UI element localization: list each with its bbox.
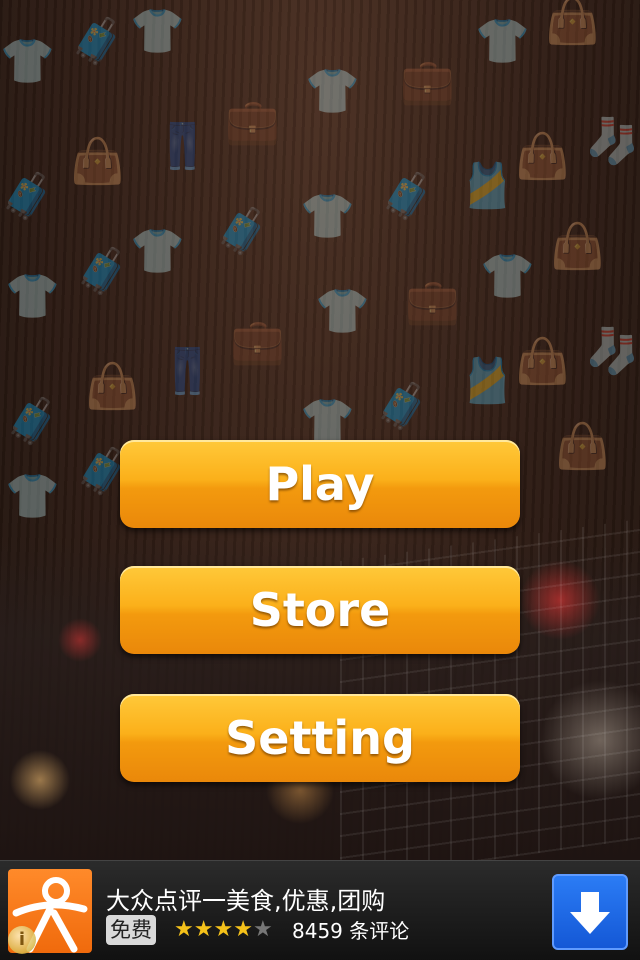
suitcase-icon: 🧳 [70,16,125,67]
star-filled-icon: ★ [193,917,214,942]
tshirt-icon: 👕 [0,36,55,87]
download-button[interactable] [552,874,628,950]
tshirt-icon: 👕 [300,396,355,447]
star-empty-icon: ★ [252,917,273,942]
tshirt-icon: 👕 [480,251,535,302]
tshirt-icon: 👕 [5,271,60,322]
star-filled-icon: ★ [174,917,194,942]
suitcase-icon: 🧳 [5,396,60,447]
tshirt-icon: 👕 [315,286,370,337]
play-button[interactable]: Play [120,440,520,528]
tshirt-icon: 👕 [130,226,185,277]
price-badge: 免费 [106,915,156,945]
tank-top-icon: 🎽 [460,356,515,407]
review-count: 8459 条评论 [292,919,410,943]
shopping-bag-icon: 👜 [555,421,610,472]
pants-icon: 👖 [155,121,210,172]
shopping-bag-icon: 👜 [515,336,570,387]
tshirt-icon: 👕 [5,471,60,522]
briefcase-icon: 💼 [230,316,285,367]
rating-stars: ★★★★★ [174,915,273,945]
socks-icon: 🧦 [585,326,640,377]
suitcase-icon: 🧳 [380,171,435,222]
ad-title: 大众点评一美食,优惠,团购 [106,887,386,915]
shopping-bag-icon: 👜 [545,0,600,47]
setting-button[interactable]: Setting [120,694,520,782]
socks-icon: 🧦 [585,116,640,167]
download-arrow-icon [570,892,610,934]
briefcase-icon: 💼 [225,96,280,147]
suitcase-icon: 🧳 [0,171,55,222]
shopping-bag-icon: 👜 [515,131,570,182]
star-filled-icon: ★ [233,917,253,942]
info-icon[interactable]: i [8,926,36,954]
tshirt-icon: 👕 [300,191,355,242]
shopping-bag-icon: 👜 [550,221,605,272]
briefcase-icon: 💼 [405,276,460,327]
ad-banner[interactable]: 大众点评一美食,优惠,团购 免费 ★★★★★ 8459 条评论 [0,860,640,960]
shopping-bag-icon: 👜 [70,136,125,187]
store-button[interactable]: Store [120,566,520,654]
star-filled-icon: ★ [213,917,234,942]
suitcase-icon: 🧳 [215,206,270,257]
tank-top-icon: 🎽 [460,161,515,212]
tshirt-icon: 👕 [475,16,530,67]
tshirt-icon: 👕 [305,66,360,117]
tshirt-icon: 👕 [130,6,185,57]
briefcase-icon: 💼 [400,56,455,107]
shopping-bag-icon: 👜 [85,361,140,412]
main-menu-screen: 👕 🧳 👕 💼 👕 👜 👜 👖 💼 👕 🧦 👜 🧳 🎽 🧳 👕 🧳 👕 🧳 👜 … [0,0,640,960]
suitcase-icon: 🧳 [375,381,430,432]
suitcase-icon: 🧳 [75,246,130,297]
pants-icon: 👖 [160,346,215,397]
